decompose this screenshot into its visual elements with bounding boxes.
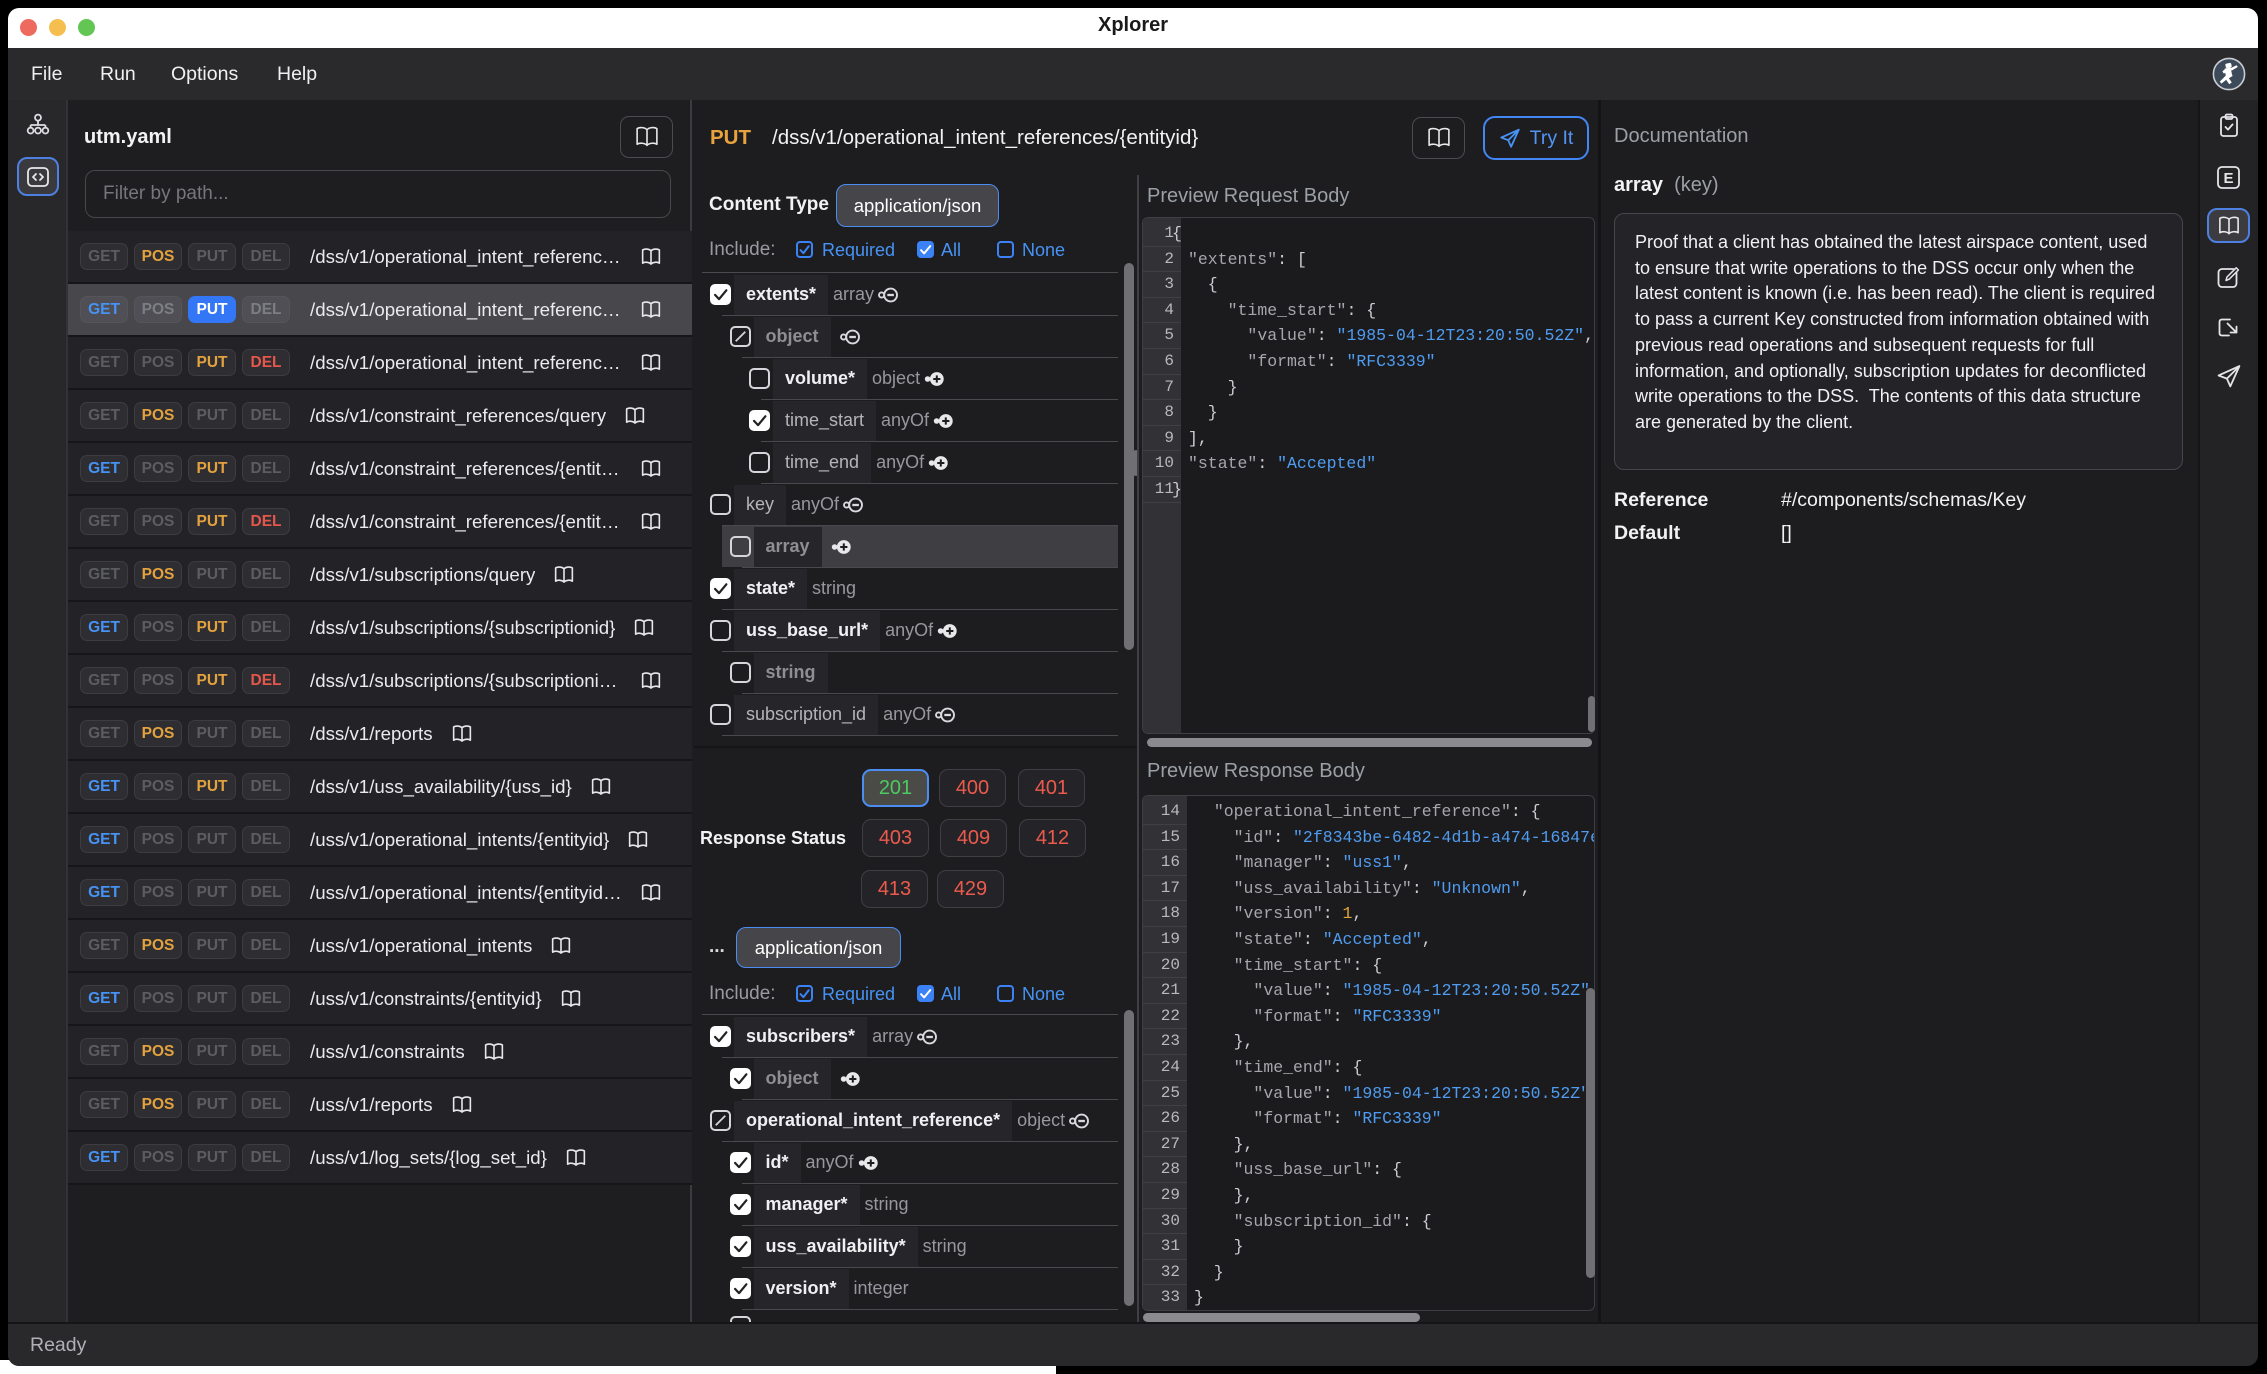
svg-text:E: E bbox=[2223, 170, 2233, 187]
